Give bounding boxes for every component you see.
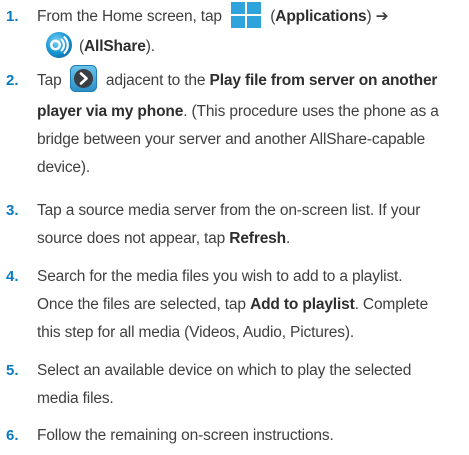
step-text-part: device). xyxy=(37,159,91,176)
step-number: 3. xyxy=(6,202,19,219)
allshare-label: AllShare xyxy=(84,38,146,56)
step-text-part: Search for the media files you wish to a… xyxy=(37,268,403,285)
option-name-cont: player via my phone xyxy=(37,103,184,120)
step-number: 1. xyxy=(6,8,19,25)
step-text-part: adjacent to the xyxy=(105,72,206,89)
step-text-part: bridge between your server and another A… xyxy=(37,131,426,148)
step-text: Follow the remaining on-screen instructi… xyxy=(37,422,465,450)
step-text-part: . xyxy=(285,230,291,247)
step-text-part: this step for all media (Videos, Audio, … xyxy=(37,324,355,341)
step-text-part: media files. xyxy=(37,390,114,407)
allshare-icon xyxy=(45,31,73,59)
step-text-part: Select an available device on which to p… xyxy=(37,362,412,379)
step-text-part: Tap a source media server from the on-sc… xyxy=(37,202,421,219)
step-number: 2. xyxy=(6,72,19,89)
arrow-right-button-icon xyxy=(69,65,97,93)
step-text-part: Once the files are selected, tap xyxy=(37,296,246,313)
step-number: 5. xyxy=(6,362,19,379)
applications-grid-icon xyxy=(230,1,262,29)
paren-close: ). xyxy=(145,38,155,56)
step-text-part: From the Home screen, tap xyxy=(37,8,222,26)
step-text: From the Home screen, tap (Applications)… xyxy=(37,1,465,61)
instruction-list: 1. From the Home screen, tap (Applicatio… xyxy=(0,0,469,455)
step-number: 4. xyxy=(6,268,19,285)
step-text-part: . Complete xyxy=(354,296,429,313)
step-text: Search for the media files you wish to a… xyxy=(37,263,465,347)
step-text-part: Tap xyxy=(37,72,62,89)
step-text: Tap a source media server from the on-sc… xyxy=(37,197,465,253)
option-name: Play file from server on another xyxy=(209,72,438,89)
step-number: 6. xyxy=(6,427,19,444)
refresh-label: Refresh xyxy=(229,230,286,247)
step-text-part: Follow the remaining on-screen instructi… xyxy=(37,427,334,444)
add-to-playlist-label: Add to playlist xyxy=(250,296,355,313)
step-text: Tap adjacent to the Play file from serve… xyxy=(37,65,465,182)
step-text: Select an available device on which to p… xyxy=(37,357,465,413)
applications-label: Applications xyxy=(275,8,367,26)
paren-close-arrow: ) ➔ xyxy=(366,8,389,26)
step-text-part: . (This procedure uses the phone as a xyxy=(183,103,439,120)
step-text-part: source does not appear, tap xyxy=(37,230,226,247)
